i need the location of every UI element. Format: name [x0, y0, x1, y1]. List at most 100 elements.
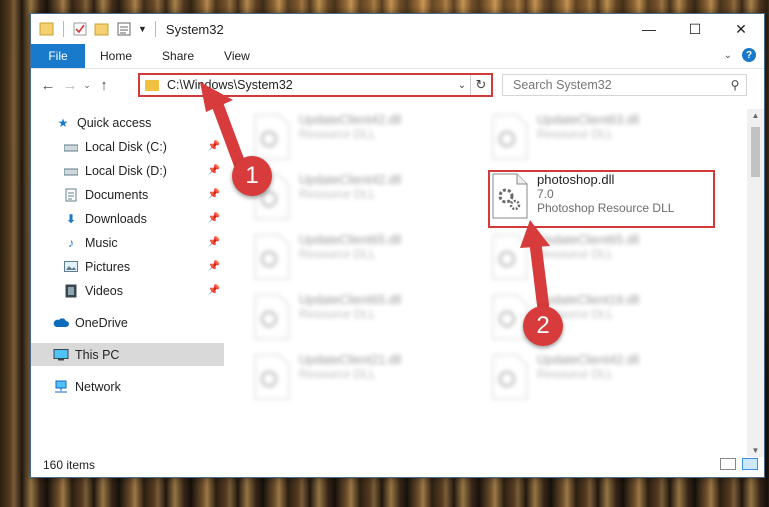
- star-icon: ★: [57, 115, 69, 130]
- music-icon: ♪: [68, 235, 74, 250]
- file-item[interactable]: UpdateClient63.dll Resource DLL: [489, 113, 709, 168]
- pin-icon: 📌: [207, 141, 220, 152]
- sidebar-item-local-disk-c[interactable]: Local Disk (C:) 📌: [31, 135, 224, 158]
- tab-file[interactable]: File: [31, 44, 85, 68]
- details-view-icon[interactable]: [720, 458, 736, 470]
- dll-file-icon: [254, 234, 290, 280]
- sidebar-item-label: OneDrive: [75, 315, 128, 330]
- pin-icon: 📌: [207, 189, 220, 200]
- sidebar-item-downloads[interactable]: ⬇ Downloads 📌: [31, 207, 224, 230]
- file-item[interactable]: UpdateClient42.dll Resource DLL: [489, 353, 709, 408]
- tab-share[interactable]: Share: [147, 44, 209, 68]
- file-name: UpdateClient42.dll: [299, 173, 402, 187]
- file-item[interactable]: UpdateClient21.dll Resource DLL: [251, 353, 471, 408]
- help-icon[interactable]: ?: [742, 48, 756, 62]
- address-dropdown-icon[interactable]: ⌄: [454, 80, 470, 91]
- tab-view[interactable]: View: [209, 44, 265, 68]
- window-title: System32: [165, 21, 224, 37]
- recent-locations-icon[interactable]: ⌄: [81, 80, 93, 91]
- new-folder-icon[interactable]: [94, 21, 110, 37]
- sidebar-item-pictures[interactable]: Pictures 📌: [31, 255, 224, 278]
- file-item[interactable]: UpdateClient42.dll Resource DLL: [251, 113, 471, 168]
- file-description: Resource DLL: [299, 367, 376, 381]
- address-path[interactable]: C:\Windows\System32: [167, 78, 454, 92]
- folder-icon: [39, 22, 54, 36]
- file-description: Resource DLL: [299, 187, 376, 201]
- sidebar-item-local-disk-d[interactable]: Local Disk (D:) 📌: [31, 159, 224, 182]
- drive-icon: [63, 140, 79, 154]
- search-input[interactable]: [511, 77, 724, 93]
- search-box[interactable]: ⚲: [502, 74, 747, 96]
- file-description: Resource DLL: [537, 127, 614, 141]
- step-1-badge: 1: [232, 156, 272, 196]
- window-controls: — ☐ ✕: [626, 14, 764, 44]
- status-bar: 160 items: [31, 453, 764, 477]
- title-bar: ▼ System32 — ☐ ✕: [31, 14, 764, 44]
- sidebar-item-onedrive[interactable]: OneDrive: [31, 311, 224, 334]
- pin-icon: 📌: [207, 261, 220, 272]
- sidebar-item-label: Local Disk (C:): [85, 139, 167, 154]
- up-button[interactable]: ↑: [93, 77, 115, 94]
- file-item[interactable]: UpdateClient19.dll Resource DLL: [489, 293, 709, 348]
- dll-file-icon: [254, 354, 290, 400]
- file-name: UpdateClient65.dll: [299, 293, 402, 307]
- minimize-button[interactable]: —: [626, 14, 672, 44]
- file-explorer-window: ▼ System32 — ☐ ✕ File Home Share View ⌄ …: [30, 13, 765, 478]
- file-item[interactable]: UpdateClient65.dll Resource DLL: [251, 293, 471, 348]
- vertical-scrollbar[interactable]: ▲ ▼: [747, 109, 764, 457]
- close-button[interactable]: ✕: [718, 14, 764, 44]
- network-icon: [53, 380, 69, 394]
- sidebar-item-label: Pictures: [85, 259, 131, 274]
- sidebar-item-videos[interactable]: Videos 📌: [31, 279, 224, 302]
- sidebar-item-label: Quick access: [77, 115, 152, 130]
- file-list: UpdateClient42.dll Resource DLL UpdateCli…: [251, 109, 741, 449]
- search-icon[interactable]: ⚲: [724, 78, 746, 92]
- file-item[interactable]: UpdateClient42.dll Resource DLL: [251, 173, 471, 228]
- quick-access-toolbar: ▼: [39, 21, 158, 37]
- tab-home[interactable]: Home: [85, 44, 147, 68]
- file-name: UpdateClient63.dll: [537, 113, 640, 127]
- back-button[interactable]: ←: [37, 77, 59, 94]
- drive-icon: [63, 164, 79, 178]
- folder-icon: [145, 79, 159, 91]
- maximize-button[interactable]: ☐: [672, 14, 718, 44]
- scroll-up-icon[interactable]: ▲: [747, 111, 764, 120]
- navigation-pane: ★ Quick access Local Disk (C:) 📌 Local D…: [31, 109, 224, 449]
- file-description: Resource DLL: [537, 367, 614, 381]
- file-item[interactable]: UpdateClient65.dll Resource DLL: [251, 233, 471, 288]
- sidebar-item-label: Documents: [85, 187, 149, 202]
- sidebar-item-documents[interactable]: Documents 📌: [31, 183, 224, 206]
- customize-toolbar-icon[interactable]: [116, 21, 132, 37]
- item-count: 160 items: [43, 458, 96, 472]
- tiles-view-icon[interactable]: [742, 458, 758, 470]
- sidebar-item-quick-access[interactable]: ★ Quick access: [31, 111, 224, 134]
- sidebar-item-network[interactable]: Network: [31, 375, 224, 398]
- file-description: Resource DLL: [299, 307, 376, 321]
- address-bar[interactable]: C:\Windows\System32 ⌄ ↻: [138, 73, 493, 97]
- expand-ribbon-icon[interactable]: ⌄: [724, 50, 732, 61]
- computer-icon: [53, 348, 69, 362]
- file-description: Resource DLL: [537, 247, 614, 261]
- properties-icon[interactable]: [72, 21, 88, 37]
- sidebar-item-label: Music: [85, 235, 118, 250]
- file-item[interactable]: UpdateClient65.dll Resource DLL: [489, 233, 709, 288]
- sidebar-item-music[interactable]: ♪ Music 📌: [31, 231, 224, 254]
- dll-file-icon: [492, 114, 528, 160]
- toolbar-separator: [63, 21, 64, 37]
- dropdown-arrow-icon[interactable]: ▼: [138, 24, 147, 34]
- step-2-badge: 2: [523, 306, 563, 346]
- dll-file-icon: [254, 114, 290, 160]
- dll-file-icon: [492, 354, 528, 400]
- file-name: UpdateClient65.dll: [537, 233, 640, 247]
- cloud-icon: [53, 316, 69, 330]
- forward-button[interactable]: →: [59, 77, 81, 94]
- sidebar-item-this-pc[interactable]: This PC: [31, 343, 224, 366]
- sidebar-item-label: Local Disk (D:): [85, 163, 167, 178]
- sidebar-item-label: This PC: [75, 347, 120, 362]
- file-name: UpdateClient19.dll: [537, 293, 640, 307]
- refresh-icon[interactable]: ↻: [470, 75, 491, 95]
- pin-icon: 📌: [207, 237, 220, 248]
- file-name: UpdateClient42.dll: [537, 353, 640, 367]
- scrollbar-thumb[interactable]: [751, 127, 760, 177]
- videos-icon: [63, 284, 79, 298]
